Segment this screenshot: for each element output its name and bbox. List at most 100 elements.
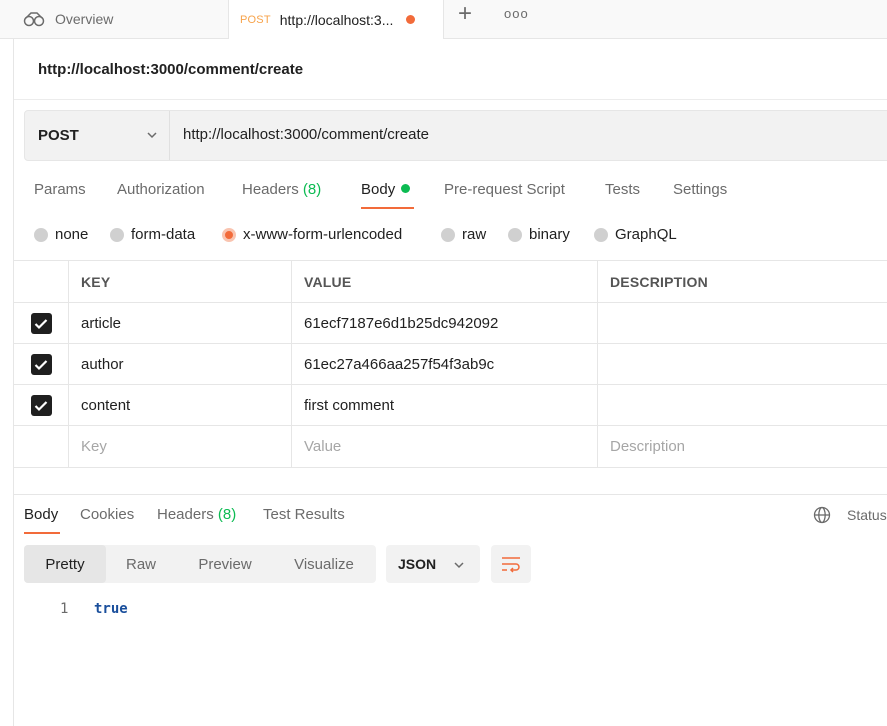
- checkbox-checked[interactable]: [30, 354, 52, 375]
- table-row-new: Key Value Description: [14, 425, 887, 468]
- header-value: VALUE: [292, 261, 598, 302]
- radio-binary[interactable]: binary: [508, 226, 570, 243]
- key-placeholder[interactable]: Key: [69, 426, 292, 467]
- value-field[interactable]: first comment: [292, 385, 598, 426]
- row-checkbox-cell: [14, 385, 69, 426]
- tab-request-label: http://localhost:3...: [279, 11, 394, 28]
- radio-form-data[interactable]: form-data: [110, 226, 195, 243]
- tab-authorization[interactable]: Authorization: [117, 181, 205, 198]
- radio-circle-icon: [594, 227, 608, 242]
- tab-request[interactable]: POST http://localhost:3...: [229, 0, 444, 39]
- table-row: article 61ecf7187e6d1b25dc942092: [14, 302, 887, 344]
- tab-params[interactable]: Params: [34, 181, 86, 198]
- description-field[interactable]: [598, 385, 887, 426]
- description-field[interactable]: [598, 344, 887, 385]
- checkmark-icon: [34, 359, 48, 370]
- key-field[interactable]: article: [69, 303, 292, 344]
- table-row: content first comment: [14, 384, 887, 426]
- response-headers-label: Headers: [157, 506, 214, 523]
- table-row: author 61ec27a466aa257f54f3ab9c: [14, 343, 887, 385]
- radio-label: x-www-form-urlencoded: [243, 226, 403, 243]
- radio-raw[interactable]: raw: [441, 226, 486, 243]
- radio-circle-icon: [441, 227, 455, 242]
- value-field[interactable]: 61ecf7187e6d1b25dc942092: [292, 303, 598, 344]
- response-body: true: [94, 601, 128, 617]
- view-raw[interactable]: Raw: [108, 545, 174, 583]
- tab-headers[interactable]: Headers (8): [242, 181, 321, 198]
- tab-overview[interactable]: Overview: [14, 0, 229, 38]
- status-label: Status: [847, 507, 887, 523]
- radio-label: form-data: [131, 226, 196, 243]
- tab-method-label: POST: [240, 13, 271, 26]
- checkmark-icon: [34, 318, 48, 329]
- tab-settings[interactable]: Settings: [673, 181, 727, 198]
- header-checkbox-cell: [14, 261, 69, 302]
- checkmark-icon: [34, 400, 48, 411]
- radio-label: binary: [529, 226, 570, 243]
- description-field[interactable]: [598, 303, 887, 344]
- radio-circle-icon: [110, 227, 124, 242]
- headers-count: (8): [302, 181, 322, 198]
- radio-label: raw: [462, 226, 487, 243]
- radio-selected-icon: [222, 227, 236, 242]
- tab-body[interactable]: Body: [361, 181, 411, 198]
- line-number: 1: [60, 601, 69, 617]
- radio-none[interactable]: none: [34, 226, 88, 243]
- body-indicator-icon: [401, 184, 411, 193]
- format-label: JSON: [398, 556, 437, 572]
- table-header: KEY VALUE DESCRIPTION: [14, 260, 887, 302]
- chevron-down-icon: [454, 562, 464, 569]
- unsaved-dot-icon: [406, 15, 416, 24]
- response-divider: [14, 494, 887, 495]
- request-title: http://localhost:3000/comment/create: [38, 61, 304, 78]
- radio-graphql[interactable]: GraphQL: [594, 226, 677, 243]
- response-headers-count: (8): [217, 506, 237, 523]
- view-pretty[interactable]: Pretty: [24, 545, 106, 583]
- view-mode-segmented-control: Pretty Raw Preview Visualize: [24, 545, 376, 583]
- value-field[interactable]: 61ec27a466aa257f54f3ab9c: [292, 344, 598, 385]
- response-tab-body[interactable]: Body: [24, 506, 58, 523]
- url-bar: POST http://localhost:3000/comment/creat…: [24, 110, 887, 161]
- row-checkbox-cell: [14, 426, 69, 467]
- view-preview[interactable]: Preview: [176, 545, 274, 583]
- method-label: POST: [38, 127, 79, 144]
- checkbox-checked[interactable]: [30, 395, 52, 416]
- radio-urlencoded[interactable]: x-www-form-urlencoded: [222, 226, 402, 243]
- active-tab-indicator: [361, 207, 414, 209]
- radio-label: none: [55, 226, 89, 243]
- chevron-down-icon: [147, 132, 157, 139]
- response-tab-test-results[interactable]: Test Results: [263, 506, 345, 523]
- view-visualize[interactable]: Visualize: [276, 545, 372, 583]
- radio-circle-icon: [508, 227, 522, 242]
- overview-icon: [23, 12, 45, 27]
- active-response-tab-indicator: [24, 532, 60, 534]
- tab-body-label: Body: [361, 181, 396, 198]
- wrap-lines-icon: [502, 557, 520, 573]
- tab-bar: Overview POST http://localhost:3... + oo…: [0, 0, 887, 39]
- checkbox-checked[interactable]: [30, 313, 52, 334]
- radio-circle-icon: [34, 227, 48, 242]
- description-placeholder[interactable]: Description: [598, 426, 887, 467]
- row-checkbox-cell: [14, 303, 69, 344]
- header-description: DESCRIPTION: [610, 273, 708, 290]
- tab-overview-label: Overview: [55, 11, 114, 27]
- tab-tests[interactable]: Tests: [605, 181, 640, 198]
- format-select[interactable]: JSON: [386, 545, 480, 583]
- key-field[interactable]: content: [69, 385, 292, 426]
- new-tab-icon[interactable]: +: [458, 2, 472, 26]
- globe-icon[interactable]: [813, 506, 831, 524]
- value-placeholder[interactable]: Value: [292, 426, 598, 467]
- url-input[interactable]: http://localhost:3000/comment/create: [183, 126, 429, 143]
- wrap-lines-button[interactable]: [491, 545, 531, 583]
- key-field[interactable]: author: [69, 344, 292, 385]
- response-tab-cookies[interactable]: Cookies: [80, 506, 134, 523]
- method-select[interactable]: POST: [25, 111, 170, 160]
- more-tabs-icon[interactable]: ooo: [504, 6, 529, 21]
- tab-headers-label: Headers: [242, 181, 299, 198]
- header-key: KEY: [69, 261, 292, 302]
- divider: [14, 99, 887, 100]
- radio-label: GraphQL: [615, 226, 677, 243]
- row-checkbox-cell: [14, 344, 69, 385]
- tab-prerequest-script[interactable]: Pre-request Script: [444, 181, 565, 198]
- response-tab-headers[interactable]: Headers (8): [157, 506, 236, 523]
